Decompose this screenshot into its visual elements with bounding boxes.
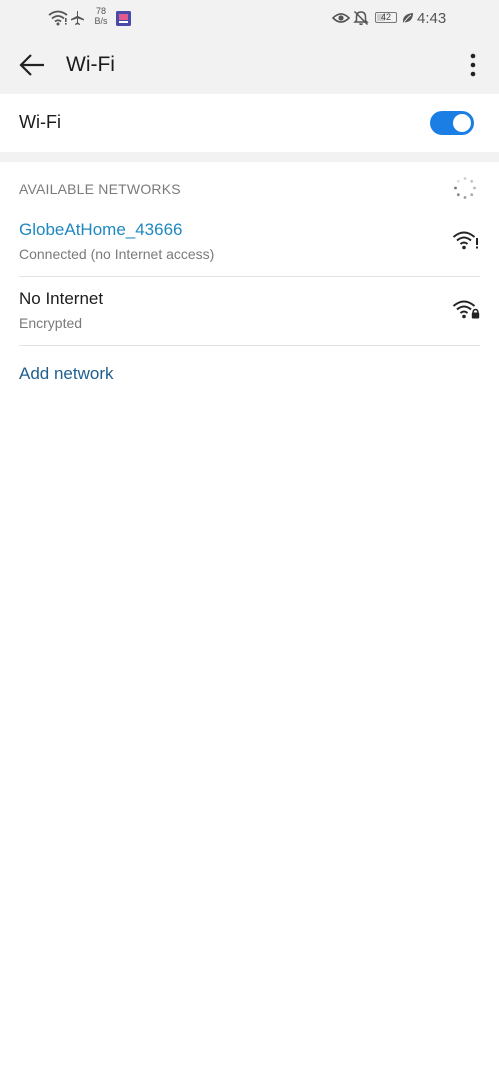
wifi-settings-screen: 78 B/s 42 4:43 Wi-Fi Wi-Fi AVAILABLE NET… — [0, 0, 499, 1080]
add-network-button[interactable]: Add network — [19, 364, 114, 384]
back-button[interactable] — [14, 47, 50, 83]
network-speed-value: 78 — [95, 6, 106, 16]
app-notification-icon — [116, 11, 131, 26]
network-status: Connected (no Internet access) — [19, 246, 215, 262]
page-title: Wi-Fi — [66, 53, 115, 76]
notifications-off-icon — [353, 10, 369, 26]
clock: 4:43 — [417, 10, 447, 27]
app-bar: Wi-Fi — [0, 36, 499, 94]
power-saving-leaf-icon — [402, 13, 413, 24]
wifi-toggle-switch[interactable] — [430, 111, 474, 135]
network-status: Encrypted — [19, 315, 83, 331]
network-speed-unit: B/s — [94, 16, 108, 26]
scanning-spinner-icon — [454, 177, 476, 199]
networks-panel: AVAILABLE NETWORKS GlobeAtHome_43666 Con… — [0, 162, 499, 1080]
status-bar: 78 B/s 42 4:43 — [0, 0, 499, 36]
more-options-button[interactable] — [458, 47, 488, 83]
wifi-no-internet-icon — [452, 231, 478, 250]
back-arrow-icon — [19, 54, 44, 76]
wifi-toggle-label: Wi-Fi — [19, 112, 61, 132]
list-divider — [19, 345, 480, 346]
more-vertical-icon — [470, 53, 476, 77]
airplane-mode-icon — [71, 11, 84, 25]
network-name: No Internet — [19, 289, 104, 308]
network-name: GlobeAtHome_43666 — [19, 220, 183, 239]
wifi-toggle-row[interactable]: Wi-Fi — [0, 94, 499, 152]
network-item-globeathome[interactable]: GlobeAtHome_43666 Connected (no Internet… — [0, 208, 499, 276]
available-networks-header: AVAILABLE NETWORKS — [19, 181, 181, 197]
network-item-no-internet[interactable]: No Internet Encrypted — [0, 277, 499, 345]
eye-comfort-icon — [332, 13, 350, 23]
battery-icon: 42 — [375, 12, 397, 23]
network-speed: 78 B/s — [91, 6, 111, 26]
wifi-locked-icon — [452, 300, 480, 319]
wifi-status-icon — [48, 10, 68, 26]
battery-percentage: 42 — [380, 12, 391, 22]
switch-knob — [453, 114, 471, 132]
